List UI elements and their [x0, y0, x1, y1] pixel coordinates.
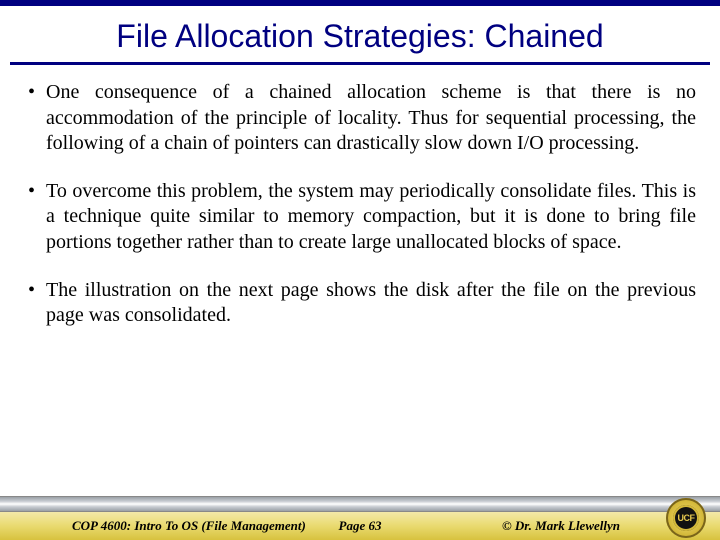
title-underline: [10, 62, 710, 65]
bullet-text: One consequence of a chained allocation …: [46, 80, 696, 157]
footer-author: © Dr. Mark Llewellyn: [502, 518, 620, 534]
top-border: [0, 0, 720, 6]
bullet-marker: •: [28, 278, 46, 304]
bullet-item: • To overcome this problem, the system m…: [28, 179, 696, 256]
bullet-item: • The illustration on the next page show…: [28, 278, 696, 329]
bullet-text: The illustration on the next page shows …: [46, 278, 696, 329]
slide-body: • One consequence of a chained allocatio…: [28, 80, 696, 351]
footer: COP 4600: Intro To OS (File Management) …: [0, 498, 720, 540]
slide: File Allocation Strategies: Chained • On…: [0, 0, 720, 540]
footer-gradient-bar: [0, 496, 720, 512]
ucf-seal-icon: UCF: [666, 498, 706, 538]
bullet-marker: •: [28, 179, 46, 205]
bullet-item: • One consequence of a chained allocatio…: [28, 80, 696, 157]
bullet-text: To overcome this problem, the system may…: [46, 179, 696, 256]
slide-title: File Allocation Strategies: Chained: [0, 18, 720, 55]
bullet-marker: •: [28, 80, 46, 106]
footer-bar: COP 4600: Intro To OS (File Management) …: [0, 512, 720, 540]
